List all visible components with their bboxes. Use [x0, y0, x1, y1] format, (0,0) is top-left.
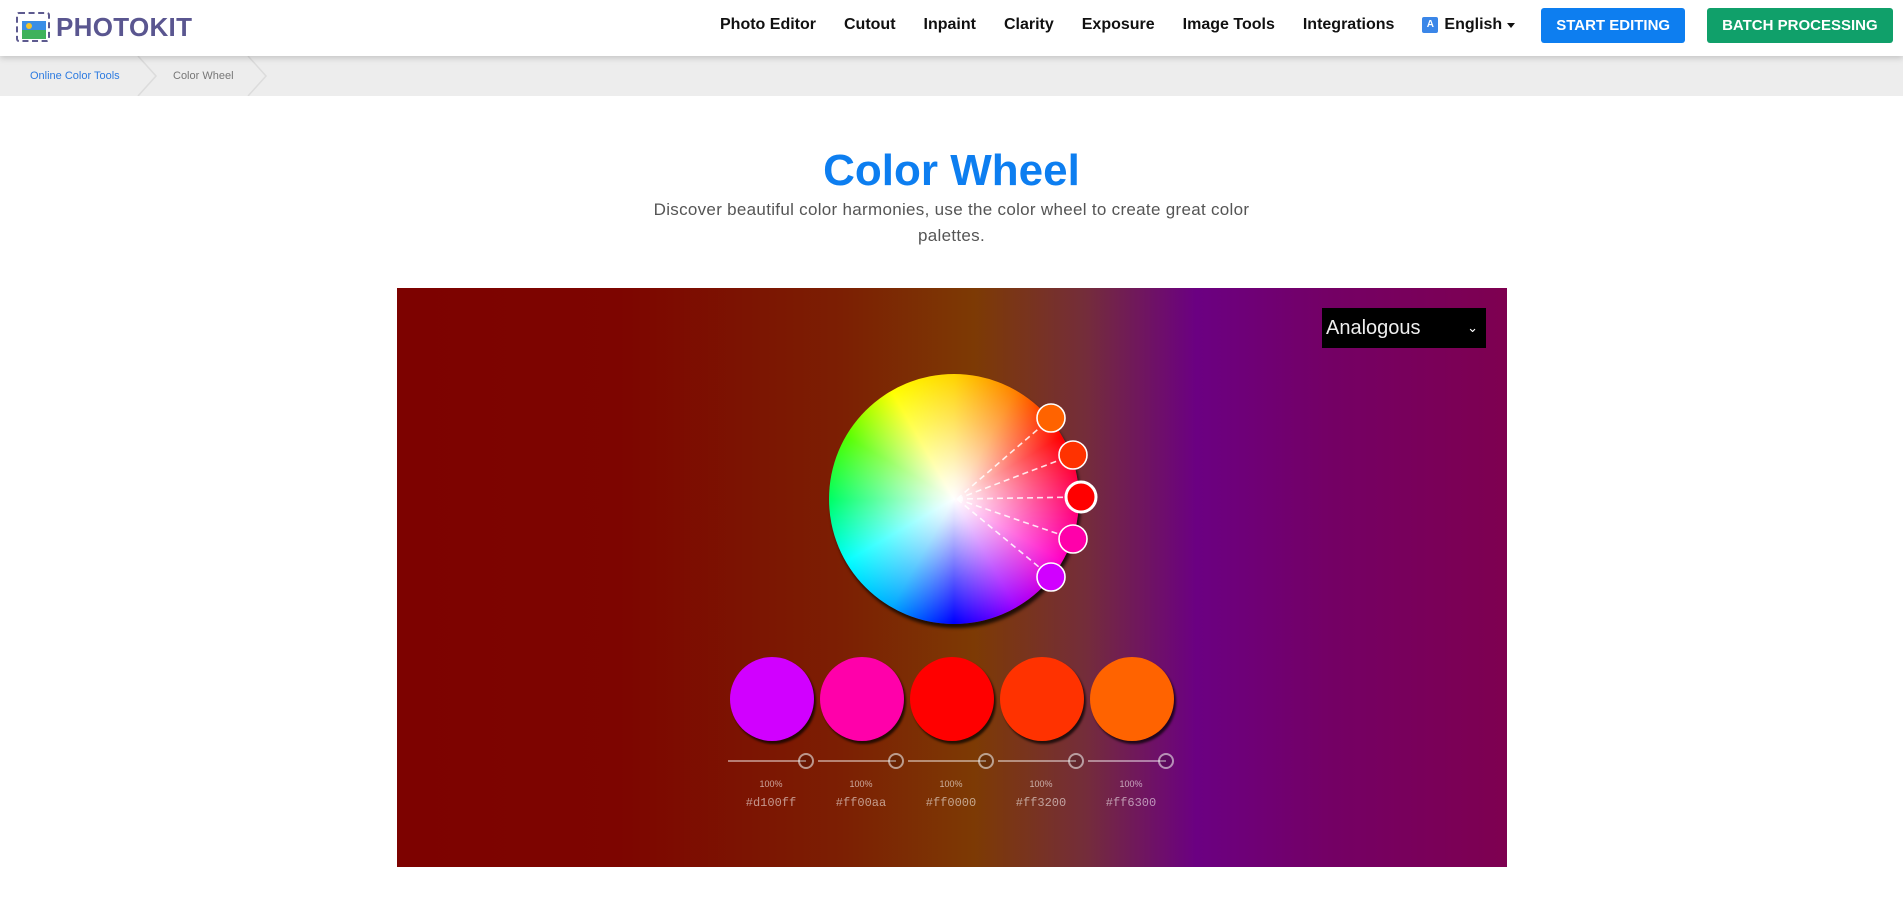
color-wheel-tool: Analogous ⌄ 100% #d100ff 100% #ff00aa 10… — [397, 288, 1507, 867]
breadcrumb: Online Color Tools Color Wheel — [0, 56, 1903, 96]
main-nav: Photo Editor Cutout Inpaint Clarity Expo… — [720, 0, 1893, 50]
breadcrumb-separator-icon — [137, 56, 158, 96]
brightness-slider-handle[interactable] — [1158, 753, 1174, 769]
batch-processing-button[interactable]: BATCH PROCESSING — [1707, 7, 1893, 43]
nav-integrations[interactable]: Integrations — [1303, 16, 1395, 34]
brightness-slider[interactable] — [728, 760, 806, 762]
harmony-connector-line — [956, 498, 1052, 578]
language-label: English — [1444, 16, 1503, 33]
chevron-down-icon — [1507, 22, 1516, 28]
brightness-slider-handle[interactable] — [888, 753, 904, 769]
translate-icon: A — [1422, 17, 1439, 33]
brightness-value: 100% — [849, 779, 873, 789]
brightness-value: 100% — [939, 779, 963, 789]
nav-image-tools[interactable]: Image Tools — [1183, 16, 1275, 34]
harmony-mode-value: Analogous — [1326, 316, 1421, 339]
color-swatch[interactable] — [730, 657, 814, 741]
color-swatch[interactable] — [820, 657, 904, 741]
chevron-down-icon: ⌄ — [1467, 320, 1478, 335]
harmony-color-handle[interactable] — [1036, 403, 1066, 433]
brightness-slider-handle[interactable] — [798, 753, 814, 769]
nav-exposure[interactable]: Exposure — [1082, 16, 1155, 34]
breadcrumb-color-wheel: Color Wheel — [173, 70, 234, 82]
page-subtitle: Discover beautiful color harmonies, use … — [653, 200, 1250, 245]
page-title: Color Wheel — [823, 146, 1080, 195]
palette-swatches: 100% #d100ff 100% #ff00aa 100% #ff0000 1… — [728, 657, 1178, 810]
hex-value[interactable]: #ff3200 — [998, 796, 1084, 810]
brand-name: PHOTOKIT — [56, 11, 193, 42]
harmony-color-handle[interactable] — [1058, 524, 1088, 554]
hex-value[interactable]: #ff0000 — [908, 796, 994, 810]
brightness-slider-handle[interactable] — [1068, 753, 1084, 769]
breadcrumb-separator-icon — [247, 56, 268, 96]
brightness-slider[interactable] — [908, 760, 986, 762]
brightness-value: 100% — [759, 779, 783, 789]
nav-photo-editor[interactable]: Photo Editor — [720, 16, 816, 34]
language-selector[interactable]: A English — [1422, 16, 1516, 34]
harmony-color-handle[interactable] — [1036, 562, 1066, 592]
breadcrumb-online-color-tools[interactable]: Online Color Tools — [30, 56, 120, 96]
start-editing-button[interactable]: START EDITING — [1541, 7, 1686, 43]
hex-value[interactable]: #ff00aa — [818, 796, 904, 810]
top-navigation-bar: PHOTOKIT Photo Editor Cutout Inpaint Cla… — [0, 0, 1903, 56]
harmony-connector-line — [956, 417, 1052, 500]
hex-value[interactable]: #ff6300 — [1088, 796, 1174, 810]
hex-value[interactable]: #d100ff — [728, 796, 814, 810]
brightness-slider[interactable] — [818, 760, 896, 762]
harmony-markers — [956, 403, 1098, 592]
nav-cutout[interactable]: Cutout — [844, 16, 896, 34]
brightness-slider[interactable] — [998, 760, 1076, 762]
color-swatch[interactable] — [910, 657, 994, 741]
brightness-value: 100% — [1029, 779, 1053, 789]
brightness-slider[interactable] — [1088, 760, 1166, 762]
brightness-value: 100% — [1119, 779, 1143, 789]
brightness-slider-handle[interactable] — [978, 753, 994, 769]
base-color-handle[interactable] — [1064, 480, 1098, 514]
nav-inpaint[interactable]: Inpaint — [924, 16, 976, 34]
harmony-color-handle[interactable] — [1058, 440, 1088, 470]
harmony-connector-line — [956, 454, 1074, 500]
logo-icon — [16, 12, 50, 42]
harmony-connector-line — [956, 498, 1074, 540]
color-wheel[interactable] — [829, 374, 1098, 624]
harmony-connector-line — [956, 496, 1082, 500]
color-swatch[interactable] — [1000, 657, 1084, 741]
nav-clarity[interactable]: Clarity — [1004, 16, 1054, 34]
color-swatch[interactable] — [1090, 657, 1174, 741]
harmony-mode-select[interactable]: Analogous ⌄ — [1322, 308, 1486, 348]
photokit-logo[interactable]: PHOTOKIT — [16, 10, 192, 44]
